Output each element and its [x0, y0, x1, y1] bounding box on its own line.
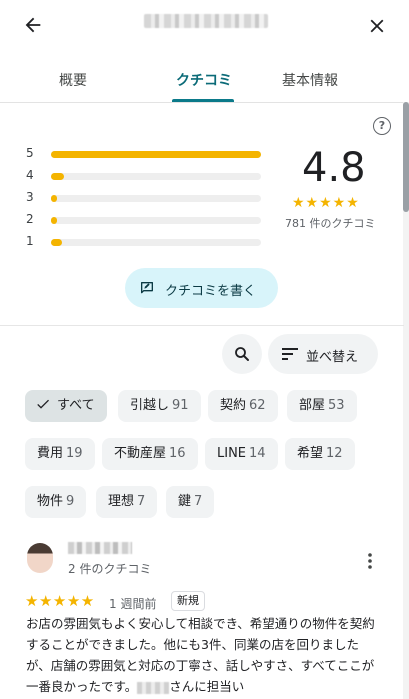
- chip-count: 12: [326, 446, 343, 461]
- chip-line[interactable]: LINE 14: [205, 438, 278, 470]
- rating-bar-fill: [51, 173, 64, 180]
- chip-wish[interactable]: 希望 12: [285, 438, 355, 470]
- scrollbar-thumb[interactable]: [403, 102, 409, 212]
- rating-bar-label: 5: [26, 146, 34, 160]
- review-date: 1 週間前: [109, 597, 157, 611]
- review-text: お店の雰囲気もよく安心して相談でき、希望通りの物件を契約することができました。他…: [26, 613, 381, 697]
- sort-label: 並べ替え: [306, 350, 359, 365]
- chip-label: 理想: [108, 494, 135, 509]
- chip-count: 16: [169, 446, 186, 461]
- write-review-label: クチコミを書く: [165, 284, 257, 299]
- edit-review-icon: [141, 282, 153, 294]
- chip-label: 費用: [37, 446, 64, 461]
- rating-bar-fill: [51, 151, 261, 158]
- star-rating-icon: ★★★★★: [292, 195, 360, 211]
- rating-bar-2: 2: [26, 212, 262, 227]
- chip-count: 7: [194, 494, 203, 509]
- tab-bar: 概要 クチコミ 基本情報: [0, 52, 409, 103]
- reviewer-review-count: 2 件のクチコミ: [68, 562, 152, 576]
- chip-label: すべて: [57, 398, 95, 413]
- rating-bar-label: 3: [26, 190, 34, 204]
- chip-label: LINE: [217, 446, 247, 461]
- chip-label: 不動産屋: [114, 446, 167, 461]
- place-title-redacted: [144, 14, 268, 28]
- chip-room[interactable]: 部屋 53: [287, 390, 357, 422]
- chip-property[interactable]: 物件 9: [25, 486, 87, 518]
- chip-label: 鍵: [178, 494, 192, 509]
- rating-bar-4: 4: [26, 168, 262, 183]
- chip-cost[interactable]: 費用 19: [25, 438, 95, 470]
- review-count: 781 件のクチコミ: [285, 217, 376, 230]
- chip-contract[interactable]: 契約 62: [208, 390, 278, 422]
- new-badge: 新規: [171, 591, 205, 611]
- avatar[interactable]: [27, 543, 53, 573]
- rating-bar-5: 5: [26, 146, 262, 161]
- rating-bar-track: [51, 239, 261, 246]
- tab-indicator: [172, 99, 234, 102]
- rating-bar-track: [51, 173, 261, 180]
- chip-count: 14: [249, 446, 266, 461]
- rating-bar-label: 2: [26, 212, 34, 226]
- chip-label: 希望: [297, 446, 324, 461]
- chip-count: 91: [172, 398, 189, 413]
- chip-label: 引越し: [130, 398, 170, 413]
- tab-reviews[interactable]: クチコミ: [176, 70, 232, 90]
- rating-bar-3: 3: [26, 190, 262, 205]
- rating-bar-1: 1: [26, 234, 262, 249]
- sort-button[interactable]: 並べ替え: [268, 334, 378, 374]
- tab-overview[interactable]: 概要: [59, 70, 87, 90]
- chip-label: 部屋: [299, 398, 326, 413]
- rating-bar-fill: [51, 217, 58, 224]
- more-vert-icon[interactable]: [362, 551, 378, 571]
- search-reviews-button[interactable]: [222, 334, 262, 374]
- chip-label: 物件: [37, 494, 64, 509]
- average-rating: 4.8: [302, 145, 366, 191]
- chip-count: 53: [328, 398, 345, 413]
- write-review-button[interactable]: クチコミを書く: [125, 268, 278, 308]
- rating-bar-label: 1: [26, 234, 34, 248]
- header: [0, 0, 409, 52]
- rating-bar-fill: [51, 239, 62, 246]
- chip-all[interactable]: すべて: [25, 390, 107, 422]
- rating-bar-track: [51, 217, 261, 224]
- rating-bar-track: [51, 151, 261, 158]
- rating-bar-track: [51, 195, 261, 202]
- chip-ideal[interactable]: 理想 7: [96, 486, 158, 518]
- chip-agency[interactable]: 不動産屋 16: [102, 438, 198, 470]
- chip-label: 契約: [220, 398, 247, 413]
- review-stars-icon: ★★★★★: [25, 592, 95, 610]
- staff-name-redacted: [137, 681, 170, 694]
- close-icon[interactable]: [366, 15, 388, 37]
- reviewer-name-redacted[interactable]: [68, 542, 132, 554]
- search-icon: [235, 347, 249, 361]
- divider: [0, 325, 404, 326]
- rating-bar-fill: [51, 195, 58, 202]
- chip-count: 62: [249, 398, 266, 413]
- chip-moving[interactable]: 引越し 91: [118, 390, 201, 422]
- check-icon: [37, 399, 49, 409]
- arrow-left-icon[interactable]: [22, 14, 44, 36]
- review-text-tail: さんに担当い: [169, 679, 245, 694]
- chip-count: 7: [137, 494, 146, 509]
- chip-key[interactable]: 鍵7: [166, 486, 215, 518]
- rating-bar-label: 4: [26, 168, 34, 182]
- chip-count: 9: [66, 494, 75, 509]
- sort-icon: [282, 348, 298, 360]
- tab-info[interactable]: 基本情報: [282, 70, 338, 90]
- help-icon[interactable]: ?: [373, 117, 391, 135]
- chip-count: 19: [66, 446, 83, 461]
